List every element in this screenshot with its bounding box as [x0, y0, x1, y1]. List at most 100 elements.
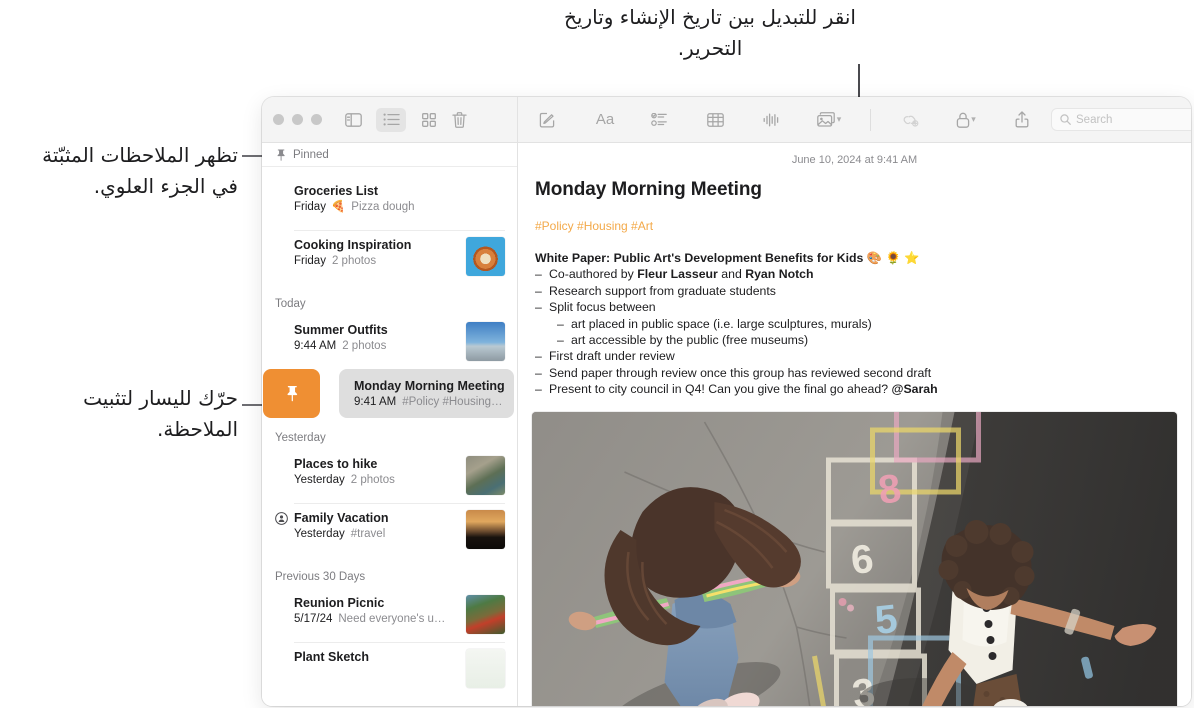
note-item-snippet: Need everyone's u… [338, 613, 445, 625]
gallery-view-icon[interactable] [414, 108, 444, 132]
toolbar-divider [870, 109, 871, 131]
delete-note-icon[interactable] [444, 108, 474, 132]
chevron-down-icon[interactable]: ▾ [971, 114, 976, 125]
note-list-item[interactable]: Family Vacation Yesterday #travel [262, 504, 517, 557]
note-list-item[interactable]: Summer Outfits9:44 AM2 photos [262, 316, 517, 369]
checklist-icon[interactable] [644, 108, 674, 132]
note-item-title: Groceries List [294, 183, 458, 199]
note-item-text: Groceries List Friday 🍕 Pizza dough [294, 183, 458, 215]
pin-icon [284, 385, 299, 402]
note-item-text: Plant Sketch [294, 649, 458, 665]
audio-recording-icon[interactable] [756, 108, 786, 132]
format-label: Aa [596, 111, 614, 128]
note-item-snippet: 2 photos [342, 340, 386, 352]
close-button[interactable] [273, 114, 284, 125]
note-editor[interactable]: June 10, 2024 at 9:41 AM Monday Morning … [518, 143, 1191, 706]
note-list-item[interactable]: Groceries List Friday 🍕 Pizza dough [262, 177, 517, 230]
toolbar-left-section [262, 97, 518, 142]
bullet-dash: – [535, 365, 549, 381]
note-group-label: Yesterday [262, 418, 517, 450]
media-icon[interactable]: ▾ [812, 108, 846, 132]
note-list-item[interactable]: Places to hikeYesterday2 photos [262, 450, 517, 503]
chevron-down-icon[interactable]: ▾ [837, 114, 842, 125]
note-thumbnail [466, 649, 505, 688]
screenshot-root: انقر للتبديل بين تاريخ الإنشاء وتاريخ ال… [0, 0, 1194, 708]
hopscotch-photo: 8 6 5 3 [532, 412, 1177, 706]
note-list-item-selected[interactable]: Monday Morning Meeting9:41 AM#Policy #Ho… [262, 369, 517, 418]
search-icon [1060, 114, 1071, 125]
note-item-title: Family Vacation [294, 510, 458, 526]
note-date-toggle[interactable]: June 10, 2024 at 9:41 AM [532, 143, 1177, 179]
note-item-date: Friday [294, 201, 326, 213]
sidebar-toggle-icon[interactable] [338, 108, 368, 132]
note-item-meta: Yesterday2 photos [294, 472, 458, 488]
selected-note-title: Monday Morning Meeting [354, 378, 506, 394]
svg-text:5: 5 [873, 597, 900, 643]
compose-note-icon[interactable] [532, 108, 562, 132]
note-list[interactable]: Pinned Groceries List Friday 🍕 Pizza dough C… [262, 143, 518, 706]
note-item-snippet: 2 photos [332, 255, 376, 267]
note-bullet: –Split focus between [535, 299, 1177, 315]
note-list-item[interactable]: Reunion Picnic 5/17/24 Need everyone's u… [262, 589, 517, 642]
note-item-emoji: 🍕 [331, 201, 345, 213]
note-list-item[interactable]: Plant Sketch [262, 643, 517, 696]
note-list-item[interactable]: Cooking InspirationFriday2 photos [262, 231, 517, 284]
note-bullet: –First draft under review [535, 348, 1177, 364]
bullet-text: Research support from graduate students [549, 283, 776, 299]
bullet-text: art placed in public space (i.e. large s… [571, 316, 872, 332]
spacer [262, 167, 517, 177]
svg-text:6: 6 [849, 537, 876, 583]
note-bullet: –Co-authored by Fleur Lasseur and Ryan N… [535, 266, 1177, 282]
bullet-text: Co-authored by Fleur Lasseur and Ryan No… [549, 266, 814, 282]
note-photo[interactable]: 8 6 5 3 [532, 412, 1177, 706]
selected-note-meta: 9:41 AM#Policy #Housing… [354, 394, 506, 410]
pinned-label: Pinned [293, 149, 329, 161]
note-title[interactable]: Monday Morning Meeting [532, 179, 1177, 201]
annotation-swipe-pin: حرّك لليسار لتثبيت الملاحظة. [10, 383, 238, 445]
share-icon[interactable] [1007, 108, 1037, 132]
bullet-text: art accessible by the public (free museu… [571, 332, 808, 348]
note-item-title: Cooking Inspiration [294, 237, 458, 253]
note-item-snippet: Pizza dough [351, 201, 414, 213]
format-text-icon[interactable]: Aa [592, 108, 618, 132]
pin-swipe-action[interactable] [263, 369, 320, 418]
note-item-text: Family Vacation Yesterday #travel [294, 510, 458, 542]
list-view-icon[interactable] [376, 108, 406, 132]
note-bullet: –art accessible by the public (free muse… [535, 332, 1177, 348]
search-placeholder: Search [1076, 114, 1112, 126]
minimize-button[interactable] [292, 114, 303, 125]
note-list-content: Groceries List Friday 🍕 Pizza dough Cooking … [262, 167, 517, 696]
zoom-button[interactable] [311, 114, 322, 125]
bullet-text: Present to city council in Q4! Can you g… [549, 381, 938, 397]
note-item-date: Yesterday [294, 474, 345, 486]
note-item-date: Yesterday [294, 528, 345, 540]
note-item-text: Reunion Picnic 5/17/24 Need everyone's u… [294, 595, 458, 627]
note-bullet: –art placed in public space (i.e. large … [535, 316, 1177, 332]
pin-icon [275, 149, 286, 161]
lock-note-icon[interactable]: ▾ [951, 108, 981, 132]
search-input[interactable]: Search [1051, 108, 1191, 131]
note-item-snippet: #travel [351, 528, 386, 540]
bullet-dash: – [535, 266, 549, 282]
note-item-meta: Friday2 photos [294, 253, 458, 269]
note-item-meta: Friday 🍕 Pizza dough [294, 199, 458, 215]
note-item-title: Summer Outfits [294, 322, 458, 338]
note-item-title: Reunion Picnic [294, 595, 458, 611]
notes-app-window: Aa [262, 97, 1191, 706]
window-traffic-lights[interactable] [273, 114, 322, 125]
bullet-dash: – [557, 332, 571, 348]
bullet-dash: – [535, 283, 549, 299]
selected-note-card[interactable]: Monday Morning Meeting9:41 AM#Policy #Ho… [339, 369, 514, 418]
note-item-date: 5/17/24 [294, 613, 332, 625]
annotation-pinned-top: تظهر الملاحظات المثبّتة في الجزء العلوي. [10, 140, 238, 202]
shared-note-icon [275, 512, 288, 525]
note-item-text: Summer Outfits9:44 AM2 photos [294, 322, 458, 354]
note-body[interactable]: White Paper: Public Art's Development Be… [532, 233, 1177, 398]
pinned-section-header: Pinned [262, 143, 517, 167]
note-group-label: Today [262, 284, 517, 316]
selected-note-snippet: #Policy #Housing… [402, 396, 502, 408]
window-body: Pinned Groceries List Friday 🍕 Pizza dough C… [262, 143, 1191, 706]
add-link-icon[interactable] [895, 108, 925, 132]
note-tags[interactable]: #Policy #Housing #Art [532, 201, 1177, 233]
table-icon[interactable] [700, 108, 730, 132]
